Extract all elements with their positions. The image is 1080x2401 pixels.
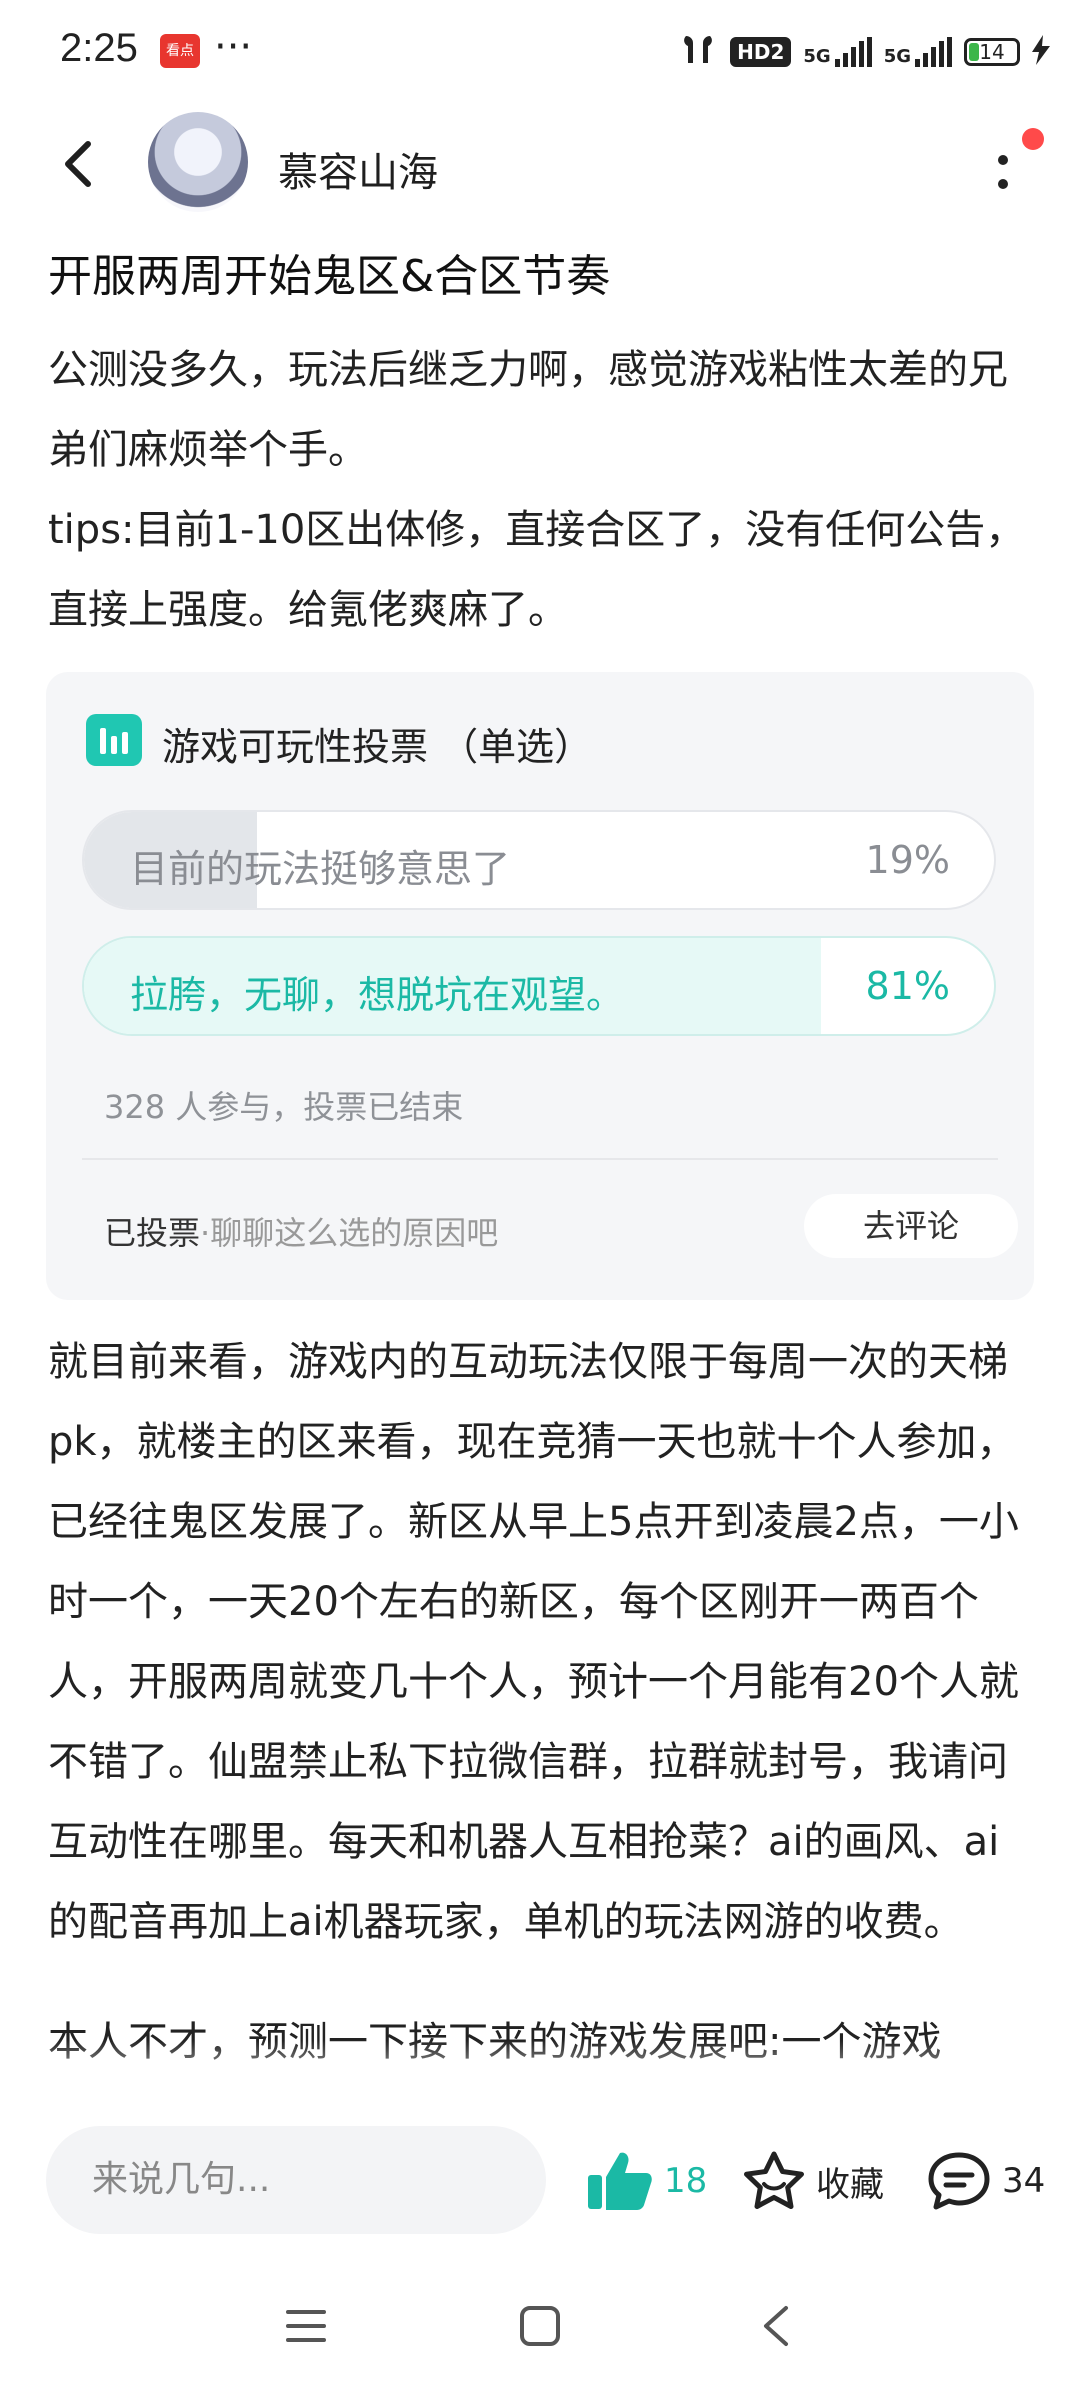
comments-button[interactable]: 34 xyxy=(926,2146,1045,2216)
vote-card: 游戏可玩性投票 （单选） 目前的玩法挺够意思了 19% 拉胯，无聊，想脱坑在观望… xyxy=(46,672,1034,1300)
bar-chart-icon xyxy=(86,714,142,766)
post-header: 慕容山海 xyxy=(0,100,1080,230)
vote-option-label: 目前的玩法挺够意思了 xyxy=(130,847,511,891)
signal-5g-1: 5G xyxy=(803,37,872,67)
status-time: 2:25 xyxy=(60,26,138,70)
voted-hint: ·聊聊这么选的原因吧 xyxy=(200,1214,499,1252)
vote-option-selected[interactable]: 拉胯，无聊，想脱坑在观望。 81% xyxy=(82,936,996,1036)
system-navigation-bar xyxy=(0,2260,1080,2401)
like-button[interactable]: 18 xyxy=(586,2146,707,2216)
battery-level: 14 xyxy=(979,40,1005,64)
home-nav-button[interactable] xyxy=(518,2304,562,2348)
menu-icon xyxy=(286,2310,326,2342)
vote-title: 游戏可玩性投票 （单选） xyxy=(162,725,593,769)
divider xyxy=(82,1158,998,1160)
earbuds-icon xyxy=(678,32,718,73)
more-vertical-icon xyxy=(998,155,1008,189)
back-arrow-icon xyxy=(65,141,91,187)
back-triangle-icon xyxy=(764,2306,788,2346)
bottom-action-bar: 来说几句... 18 收藏 34 xyxy=(0,2100,1080,2260)
author-name[interactable]: 慕容山海 xyxy=(278,140,438,198)
network-type-label: 5G xyxy=(803,46,831,67)
like-count: 18 xyxy=(664,2161,708,2201)
author-avatar[interactable] xyxy=(148,112,248,212)
back-button[interactable] xyxy=(50,134,110,194)
menu-nav-button[interactable] xyxy=(284,2304,328,2348)
more-options-button[interactable] xyxy=(996,152,1010,192)
voted-label: 已投票 xyxy=(104,1214,201,1252)
network-type-label: 5G xyxy=(883,46,911,67)
signal-bars-icon xyxy=(915,37,952,67)
battery-icon: 14 xyxy=(964,38,1020,66)
vote-option-percent: 81% xyxy=(865,964,950,1008)
post-title: 开服两周开始鬼区&合区节奏 xyxy=(48,251,611,302)
favorite-label: 收藏 xyxy=(816,2164,884,2205)
signal-5g-2: 5G xyxy=(884,37,952,67)
vote-option-label: 拉胯，无聊，想脱坑在观望。 xyxy=(130,973,625,1017)
notification-dot xyxy=(1022,128,1044,150)
star-icon xyxy=(744,2151,804,2209)
more-notifications-icon: ··· xyxy=(214,24,253,70)
post-paragraph: 就目前来看，游戏内的互动玩法仅限于每周一次的天梯pk，就楼主的区来看，现在竞猜一… xyxy=(48,1339,1019,1945)
go-comment-button[interactable]: 去评论 xyxy=(804,1194,1018,1258)
post-paragraph: tips:目前1-10区出体修，直接合区了，没有任何公告，直接上强度。给氪佬爽麻… xyxy=(48,507,1026,633)
status-icons: HD2 5G 5G 14 xyxy=(678,30,1050,74)
chat-bubble-icon xyxy=(928,2152,990,2210)
comment-count: 34 xyxy=(1002,2161,1046,2201)
voted-status: 已投票·聊聊这么选的原因吧 xyxy=(104,1208,498,1254)
status-bar: 2:25 看点 ··· HD2 5G 5G 14 xyxy=(0,0,1080,100)
post-paragraph: 公测没多久，玩法后继乏力啊，感觉游戏粘性太差的兄弟们麻烦举个手。 xyxy=(48,347,1008,473)
signal-bars-icon xyxy=(834,37,872,67)
notification-app-icon: 看点 xyxy=(160,34,200,68)
vote-participants: 328 人参与，投票已结束 xyxy=(104,1088,464,1126)
home-square-icon xyxy=(520,2306,560,2346)
favorite-button[interactable]: 收藏 xyxy=(742,2146,884,2216)
charging-icon xyxy=(1032,34,1050,70)
back-nav-button[interactable] xyxy=(756,2304,800,2348)
comment-input[interactable]: 来说几句... xyxy=(46,2126,546,2234)
vote-option-percent: 19% xyxy=(865,838,950,882)
vote-option[interactable]: 目前的玩法挺够意思了 19% xyxy=(82,810,996,910)
content-fade xyxy=(0,2040,1080,2100)
thumbs-up-icon xyxy=(588,2152,652,2210)
hd-voice-badge: HD2 xyxy=(730,37,792,67)
